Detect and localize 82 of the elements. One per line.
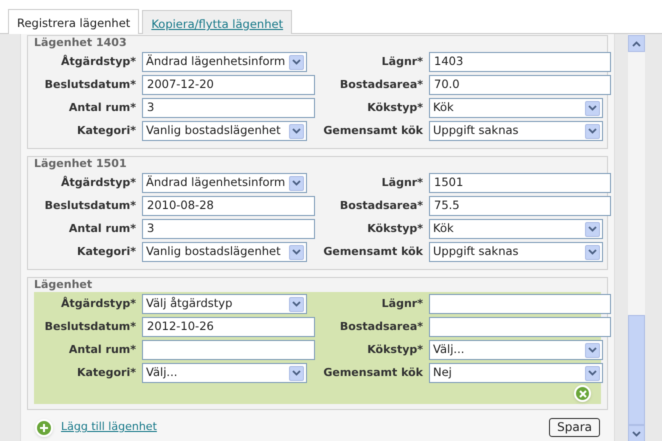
fieldset-legend: Lägenhet bbox=[34, 278, 601, 292]
input-field[interactable] bbox=[429, 294, 611, 314]
field-label: Antal rum* bbox=[68, 342, 137, 358]
input-field[interactable]: 3 bbox=[142, 219, 315, 239]
field-label: Åtgärdstyp* bbox=[60, 174, 137, 191]
add-icon[interactable] bbox=[35, 418, 53, 436]
dropdown-value: Vanlig bostadslägenhet bbox=[146, 243, 282, 260]
input-field[interactable]: 1501 bbox=[429, 173, 611, 193]
dropdown[interactable]: Nej bbox=[429, 363, 603, 383]
dropdown[interactable]: Ändrad lägenhetsinform bbox=[142, 173, 307, 193]
dropdown-value: Ändrad lägenhetsinform bbox=[146, 174, 286, 192]
input-field[interactable]: 3 bbox=[142, 98, 315, 118]
input-field[interactable]: 2012-10-26 bbox=[142, 317, 315, 337]
field-label: Åtgärdstyp* bbox=[60, 296, 137, 312]
input-field[interactable]: 70.0 bbox=[429, 75, 611, 95]
field-label: Gemensamt kök bbox=[322, 122, 424, 139]
dropdown[interactable]: Vanlig bostadslägenhet bbox=[142, 121, 307, 141]
dropdown-value: Välj åtgärdstyp bbox=[146, 295, 234, 312]
field-label: Kökstyp* bbox=[366, 220, 424, 237]
field-label: Gemensamt kök bbox=[322, 244, 424, 260]
tab[interactable]: Registrera lägenhet bbox=[8, 9, 140, 34]
field-label: Bostadsarea* bbox=[338, 318, 424, 335]
field-label: Kategori* bbox=[76, 244, 137, 260]
caret-icon bbox=[289, 124, 304, 138]
input-field[interactable]: 1403 bbox=[429, 52, 611, 72]
dropdown-value: Uppgift saknas bbox=[433, 243, 520, 260]
field-label: Antal rum* bbox=[68, 100, 137, 116]
field-label: Beslutsdatum* bbox=[44, 76, 137, 93]
caret-icon bbox=[289, 176, 304, 190]
caret-icon bbox=[585, 100, 600, 116]
field-label: Kategori* bbox=[76, 122, 137, 139]
dropdown-value: Uppgift saknas bbox=[433, 122, 520, 140]
caret-icon bbox=[585, 222, 600, 236]
caret-icon bbox=[289, 244, 304, 260]
input-field[interactable]: 2007-12-20 bbox=[142, 75, 315, 95]
fieldset-legend: Lägenhet 1403 bbox=[34, 36, 601, 50]
dropdown[interactable]: Vanlig bostadslägenhet bbox=[142, 242, 307, 262]
field-label: Lägnr* bbox=[380, 174, 424, 191]
save-button[interactable]: Spara bbox=[549, 418, 600, 437]
dropdown-value: Ändrad lägenhetsinform bbox=[146, 53, 286, 70]
field-label: Antal rum* bbox=[68, 220, 137, 237]
dropdown[interactable]: Välj... bbox=[142, 363, 307, 383]
dropdown-value: Välj... bbox=[146, 364, 178, 382]
caret-icon bbox=[289, 296, 304, 312]
input-field[interactable]: 2010-08-28 bbox=[142, 196, 315, 216]
dropdown-value: Nej bbox=[433, 364, 453, 382]
dropdown[interactable]: Välj... bbox=[429, 340, 603, 360]
caret-icon bbox=[585, 342, 600, 358]
dropdown-value: Vanlig bostadslägenhet bbox=[146, 122, 282, 140]
tab[interactable]: Kopiera/flytta lägenhet bbox=[142, 10, 292, 34]
dropdown-value: Välj... bbox=[433, 341, 466, 358]
remove-icon[interactable] bbox=[574, 385, 591, 402]
field-label: Kökstyp* bbox=[366, 342, 424, 358]
field-label: Åtgärdstyp* bbox=[60, 54, 137, 70]
field-label: Bostadsarea* bbox=[338, 76, 424, 93]
dropdown[interactable]: Ändrad lägenhetsinform bbox=[142, 52, 307, 72]
dropdown-value: Kök bbox=[433, 220, 455, 238]
field-label: Bostadsarea* bbox=[338, 198, 424, 214]
dropdown[interactable]: Uppgift saknas bbox=[429, 121, 603, 141]
dropdown[interactable]: Välj åtgärdstyp bbox=[142, 294, 307, 314]
caret-icon bbox=[585, 244, 600, 260]
input-field[interactable] bbox=[429, 317, 611, 337]
caret-icon bbox=[585, 366, 600, 380]
field-label: Gemensamt kök bbox=[322, 364, 424, 381]
field-label: Lägnr* bbox=[380, 296, 424, 312]
field-label: Beslutsdatum* bbox=[44, 318, 137, 335]
dropdown-value: Kök bbox=[433, 99, 455, 116]
field-label: Beslutsdatum* bbox=[44, 198, 137, 214]
dropdown[interactable]: Kök bbox=[429, 98, 603, 118]
field-label: Lägnr* bbox=[380, 54, 424, 70]
field-label: Kökstyp* bbox=[366, 100, 424, 116]
input-field[interactable] bbox=[142, 340, 315, 360]
add-apartment-link[interactable]: Lägg till lägenhet bbox=[61, 419, 157, 436]
dropdown[interactable]: Kök bbox=[429, 219, 603, 239]
input-field[interactable]: 75.5 bbox=[429, 196, 611, 216]
field-label: Kategori* bbox=[76, 364, 137, 381]
dropdown[interactable]: Uppgift saknas bbox=[429, 242, 603, 262]
caret-icon bbox=[585, 124, 600, 138]
caret-icon bbox=[289, 54, 304, 70]
caret-icon bbox=[289, 366, 304, 380]
scrollbar-drawing[interactable] bbox=[628, 34, 645, 441]
fieldset-legend: Lägenhet 1501 bbox=[34, 157, 601, 171]
